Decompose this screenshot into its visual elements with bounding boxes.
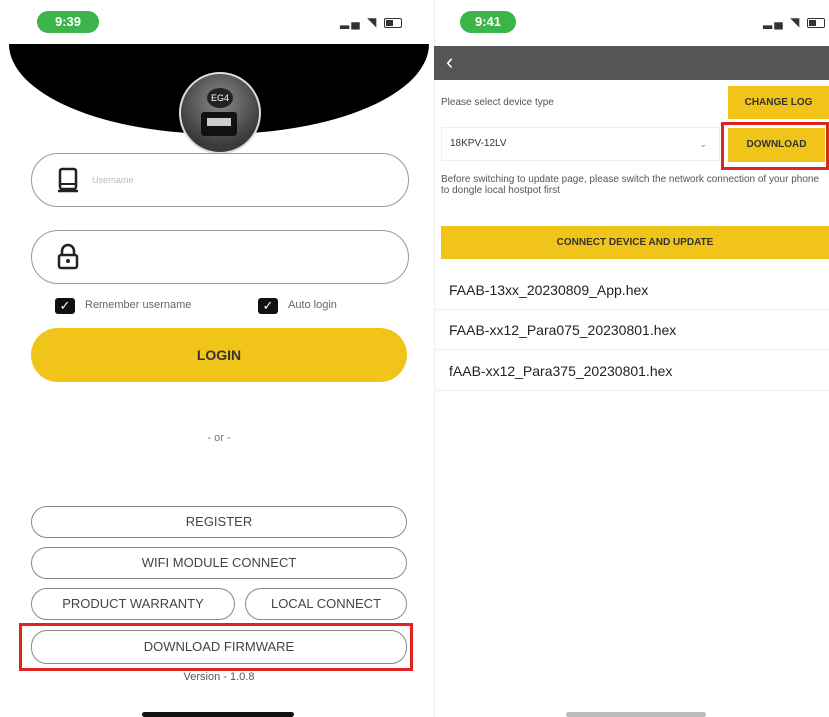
app-logo: EG4 — [179, 72, 261, 154]
lock-icon — [57, 243, 79, 270]
remember-checkbox[interactable]: ✓ — [55, 298, 75, 314]
battery-icon — [806, 17, 825, 28]
select-device-label: Please select device type — [441, 97, 554, 108]
firmware-file-item[interactable]: FAAB-xx12_Para075_20230801.hex — [434, 310, 829, 350]
download-firmware-button[interactable]: DOWNLOAD FIRMWARE — [31, 630, 407, 664]
battery-icon — [383, 17, 402, 28]
download-button[interactable]: DOWNLOAD — [728, 128, 825, 162]
check-icon: ✓ — [59, 298, 71, 313]
remember-label: Remember username — [85, 299, 192, 311]
login-button[interactable]: LOGIN — [31, 328, 407, 382]
status-time: 9:41 — [460, 11, 516, 33]
home-indicator — [142, 712, 294, 717]
or-divider: - or - — [207, 432, 231, 444]
local-connect-button[interactable]: LOCAL CONNECT — [245, 588, 407, 620]
wifi-module-connect-button[interactable]: WIFI MODULE CONNECT — [31, 547, 407, 579]
signal-icon: ▂▄ — [763, 15, 785, 29]
connect-device-update-button[interactable]: CONNECT DEVICE AND UPDATE — [441, 226, 829, 259]
device-type-select[interactable]: 18KPV-12LV ⌄ — [441, 127, 720, 161]
status-icons: ▂▄ ◥ — [763, 15, 825, 29]
firmware-file-item[interactable]: fAAB-xx12_Para375_20230801.hex — [434, 351, 829, 391]
logo-text: EG4 — [207, 88, 233, 108]
home-indicator — [566, 712, 706, 717]
chevron-down-icon: ⌄ — [699, 139, 707, 149]
password-field[interactable] — [31, 230, 409, 284]
device-type-value: 18KPV-12LV — [450, 138, 507, 149]
register-button[interactable]: REGISTER — [31, 506, 407, 538]
back-arrow-icon[interactable]: ‹ — [446, 48, 453, 76]
username-field[interactable]: Username — [31, 153, 409, 207]
check-icon: ✓ — [262, 298, 274, 313]
status-time: 9:39 — [37, 11, 99, 33]
change-log-button[interactable]: CHANGE LOG — [728, 86, 829, 119]
version-label: Version - 1.0.8 — [183, 671, 255, 683]
signal-icon: ▂▄ — [340, 15, 362, 29]
nav-bar: ‹ — [434, 46, 829, 80]
auto-login-label: Auto login — [288, 299, 337, 311]
wifi-icon: ◥ — [790, 15, 802, 29]
firmware-file-item[interactable]: FAAB-13xx_20230809_App.hex — [434, 270, 829, 310]
inverter-icon — [201, 112, 237, 136]
auto-login-checkbox[interactable]: ✓ — [258, 298, 278, 314]
phone-icon — [58, 167, 78, 193]
status-icons: ▂▄ ◥ — [340, 15, 402, 29]
wifi-icon: ◥ — [367, 15, 379, 29]
product-warranty-button[interactable]: PRODUCT WARRANTY — [31, 588, 235, 620]
username-placeholder: Username — [92, 175, 134, 185]
switch-network-note: Before switching to update page, please … — [441, 174, 820, 196]
